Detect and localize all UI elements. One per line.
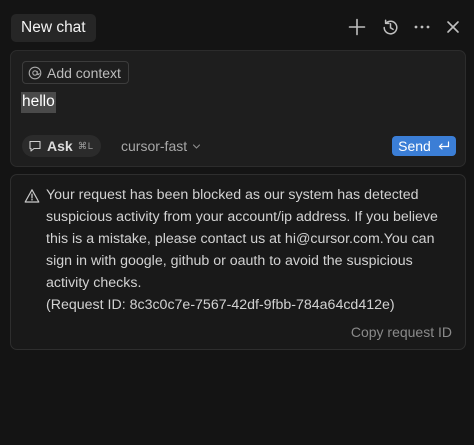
tab-new-chat[interactable]: New chat (11, 14, 96, 42)
model-selector[interactable]: cursor-fast (121, 135, 201, 157)
enter-key-icon (437, 140, 450, 152)
error-line: suspicious activity from your account/ip… (46, 209, 438, 225)
send-label: Send (398, 138, 431, 154)
error-message-card: Your request has been blocked as our sys… (10, 174, 466, 350)
at-sign-icon (28, 66, 42, 80)
close-icon[interactable] (442, 16, 464, 38)
message-composer: Add context hello Ask ⌘L cursor-fast Sen… (10, 50, 466, 167)
error-line: sign in with google, github or oauth to … (46, 253, 413, 269)
mode-label: Ask (47, 138, 73, 154)
chevron-down-icon (192, 142, 201, 151)
request-id-line: (Request ID: 8c3c0c7e-7567-42df-9fbb-784… (46, 297, 395, 313)
history-icon[interactable] (379, 16, 401, 38)
error-line: this is a mistake, please contact us at … (46, 231, 435, 247)
add-context-button[interactable]: Add context (22, 61, 129, 84)
error-line: activity checks. (46, 275, 142, 291)
message-input[interactable]: hello (21, 92, 56, 113)
chat-header: New chat (0, 0, 474, 56)
send-button[interactable]: Send (392, 136, 456, 156)
plus-icon[interactable] (346, 16, 368, 38)
model-name: cursor-fast (121, 138, 188, 154)
error-line: Your request has been blocked as our sys… (46, 187, 419, 203)
more-icon[interactable] (411, 16, 433, 38)
mode-selector[interactable]: Ask ⌘L (22, 135, 102, 157)
chat-bubble-icon (28, 139, 42, 153)
mode-shortcut: ⌘L (77, 140, 94, 152)
error-text: Your request has been blocked as our sys… (46, 184, 456, 316)
warning-icon (24, 188, 40, 204)
add-context-label: Add context (47, 64, 121, 81)
copy-request-id-button[interactable]: Copy request ID (351, 324, 452, 340)
chat-panel: New chat Add context hello Ask ⌘L cursor… (0, 0, 474, 445)
